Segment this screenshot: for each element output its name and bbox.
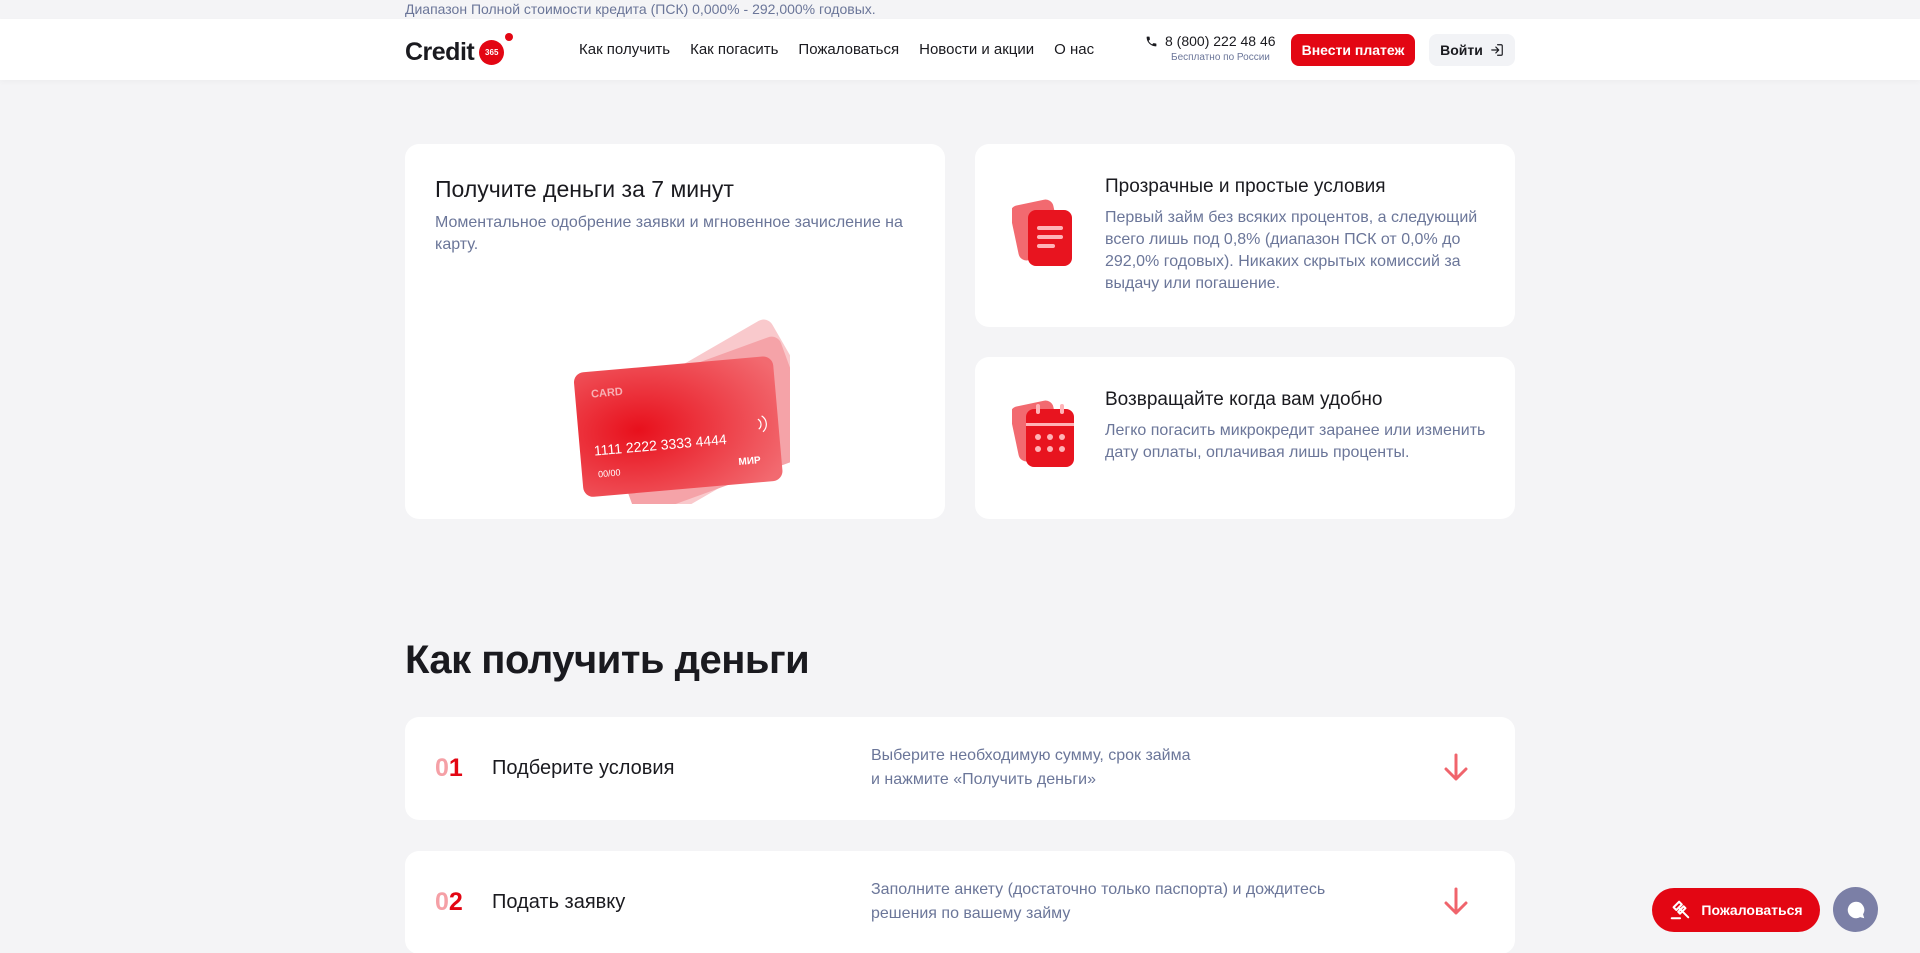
document-icon (1012, 199, 1072, 266)
login-button[interactable]: Войти (1429, 34, 1515, 66)
nav-about[interactable]: О нас (1054, 41, 1094, 59)
promo-text: Моментальное одобрение заявки и мгновенн… (435, 214, 903, 253)
step-description: Выберите необходимую сумму, срок займа и… (871, 747, 1191, 788)
gavel-icon (1671, 900, 1690, 920)
step-title: Подать заявку (492, 891, 626, 913)
how-to-get-title: Как получить деньги (405, 638, 810, 682)
feature-text: Легко погасить микрокредит заранее или и… (1105, 422, 1486, 461)
nav-complain[interactable]: Пожаловаться (798, 41, 899, 59)
step-card-1[interactable]: 01 Подберите условия Выберите необходиму… (405, 717, 1515, 820)
logo-badge-text: 365 (485, 47, 499, 57)
bank-card-illustration: CARD 1111 2222 3333 4444 00/00 МИР (573, 319, 790, 504)
card-expiry-text: 00/00 (598, 467, 621, 479)
phone-block[interactable]: 8 (800) 222 48 46 Бесплатно по России (1145, 33, 1276, 63)
phone-note: Бесплатно по России (1171, 52, 1270, 63)
login-label: Войти (1440, 42, 1483, 58)
phone-number: 8 (800) 222 48 46 (1165, 33, 1276, 49)
chat-button[interactable] (1833, 887, 1878, 932)
login-icon (1491, 44, 1503, 56)
card-brand-text: МИР (738, 455, 761, 468)
step-number: 01 (435, 754, 463, 782)
logo-badge: 365 (479, 32, 514, 65)
promo-card: Получите деньги за 7 минут Моментальное … (405, 144, 945, 519)
step-title: Подберите условия (492, 757, 675, 779)
psk-range-notice: Диапазон Полной стоимости кредита (ПСК) … (405, 1, 876, 17)
make-payment-button[interactable]: Внести платеж (1291, 34, 1415, 66)
step-description: Заполните анкету (достаточно только пасп… (871, 881, 1326, 922)
arrow-down-icon[interactable] (1443, 887, 1469, 917)
main-nav: Как получить Как погасить Пожаловаться Н… (579, 41, 1114, 59)
complain-floating-button[interactable]: Пожаловаться (1652, 888, 1820, 932)
feature-card-flexible: Возвращайте когда вам удобно Легко погас… (975, 357, 1515, 519)
promo-title: Получите деньги за 7 минут (435, 176, 734, 202)
site-header: Credit 365 Как получить Как погасить Пож… (0, 19, 1920, 80)
step-number: 02 (435, 888, 463, 916)
feature-card-transparent: Прозрачные и простые условия Первый займ… (975, 144, 1515, 327)
complain-label: Пожаловаться (1701, 902, 1803, 918)
logo-text: Credit (405, 37, 475, 66)
nav-how-to-repay[interactable]: Как погасить (690, 41, 778, 59)
logo-dot (505, 32, 514, 41)
chat-icon (1847, 901, 1864, 918)
arrow-down-icon[interactable] (1443, 753, 1469, 783)
logo[interactable]: Credit 365 (405, 32, 514, 67)
nav-how-to-get[interactable]: Как получить (579, 41, 670, 59)
calendar-icon (1012, 400, 1074, 467)
phone-icon (1146, 36, 1157, 46)
nav-news[interactable]: Новости и акции (919, 41, 1034, 59)
step-card-2[interactable]: 02 Подать заявку Заполните анкету (доста… (405, 851, 1515, 953)
feature-title: Возвращайте когда вам удобно (1105, 389, 1383, 410)
feature-text: Первый займ без всяких процентов, а след… (1105, 209, 1478, 292)
feature-title: Прозрачные и простые условия (1105, 176, 1386, 197)
